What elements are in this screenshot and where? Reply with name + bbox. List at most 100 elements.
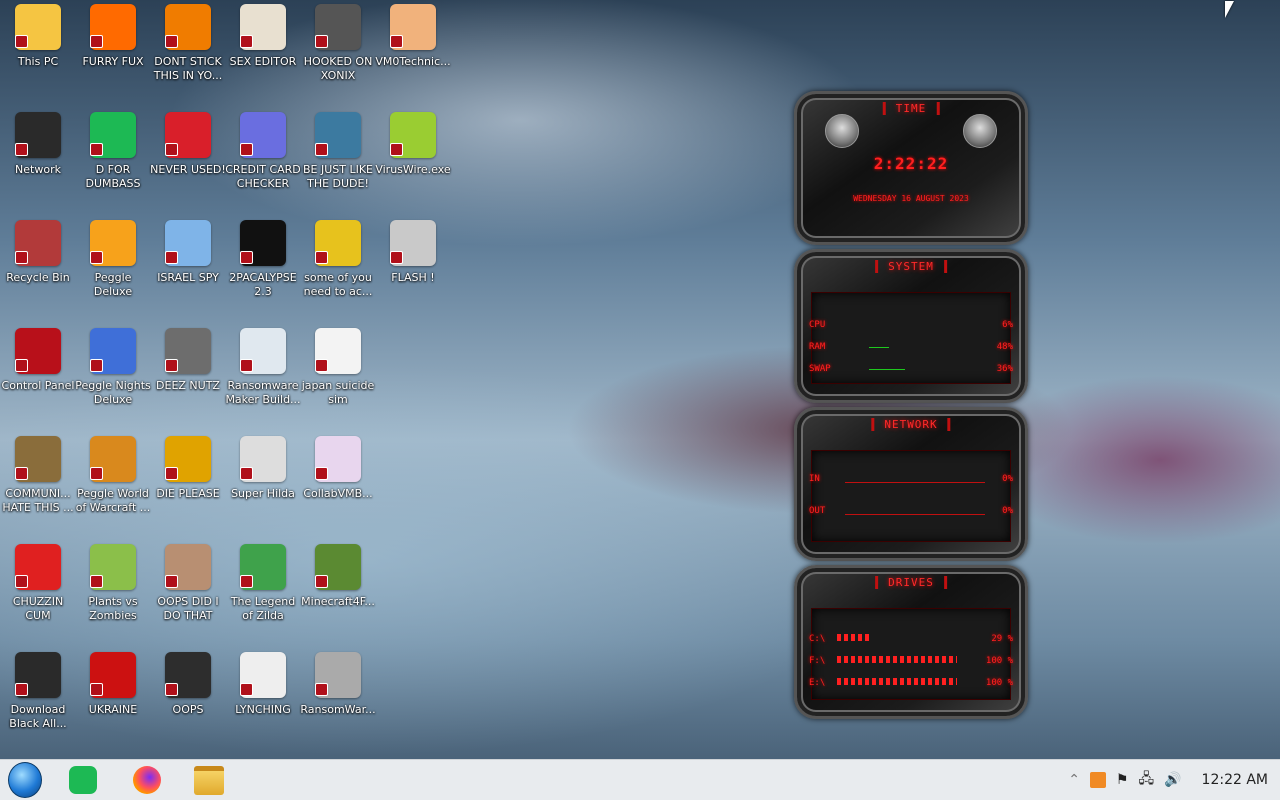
network-out-graph — [845, 514, 985, 515]
desktop-icon-super-hilda[interactable]: Super Hilda — [225, 436, 301, 501]
desktop-icon-never-used[interactable]: NEVER USED! — [150, 112, 226, 177]
desktop-icon-peggle-nights-deluxe[interactable]: Peggle Nights Deluxe — [75, 328, 151, 407]
desktop-icon-control-panel[interactable]: Control Panel — [0, 328, 76, 393]
peggle-world-of-warcraft-icon — [90, 436, 136, 482]
desktop-icon-die-please[interactable]: DIE PLEASE — [150, 436, 226, 501]
desktop-icon-label: OOPS — [172, 703, 204, 716]
system-panel-title: SYSTEM — [875, 260, 947, 273]
ransomwar-icon — [315, 652, 361, 698]
shortcut-badge-icon — [315, 359, 328, 372]
taskbar-notes-app[interactable] — [66, 764, 100, 796]
desktop-icon-israel-spy[interactable]: ISRAEL SPY — [150, 220, 226, 285]
start-button[interactable] — [8, 762, 42, 798]
shortcut-badge-icon — [315, 467, 328, 480]
shortcut-badge-icon — [90, 683, 103, 696]
desktop-icon-d-for-dumbass[interactable]: D FOR DUMBASS — [75, 112, 151, 191]
desktop-icon-be-just-like-the-dude[interactable]: BE JUST LIKE THE DUDE! — [300, 112, 376, 191]
drive-c-bar — [837, 634, 872, 641]
network-out-value: 0% — [1002, 506, 1013, 516]
desktop-icon-hooked-on-xonix[interactable]: HOOKED ON XONIX — [300, 4, 376, 83]
super-hilda-icon — [240, 436, 286, 482]
collabvmb-icon — [315, 436, 361, 482]
desktop-icon-dont-stick-this-in-yo[interactable]: DONT STICK THIS IN YO... — [150, 4, 226, 83]
swap-value: 36% — [996, 364, 1013, 374]
desktop-icon-ransomware-maker-build[interactable]: Ransomware Maker Build... — [225, 328, 301, 407]
desktop-icon-some-of-you-need-to-ac[interactable]: some of you need to ac... — [300, 220, 376, 299]
desktop-icon-viruswire-exe[interactable]: VirusWire.exe — [375, 112, 451, 177]
desktop-icon-lynching[interactable]: LYNCHING — [225, 652, 301, 717]
desktop-icon-oops[interactable]: OOPS — [150, 652, 226, 717]
flash-icon — [390, 220, 436, 266]
desktop-icon-japan-suicide-sim[interactable]: japan suicide sim — [300, 328, 376, 407]
desktop-icon-peggle-world-of-warcraft[interactable]: Peggle World of Warcraft ... — [75, 436, 151, 515]
desktop-icon-download-black-all[interactable]: Download Black All... — [0, 652, 76, 731]
desktop-icon-sex-editor[interactable]: SEX EDITOR — [225, 4, 301, 69]
desktop-icon-deez-nutz[interactable]: DEEZ NUTZ — [150, 328, 226, 393]
taskbar-clock[interactable]: 12:22 AM — [1202, 772, 1268, 788]
start-orb-icon — [8, 762, 42, 798]
be-just-like-the-dude-icon — [315, 112, 361, 158]
desktop-icon-label: FURRY FUX — [82, 55, 144, 68]
desktop-icon-2pacalypse-2-3[interactable]: 2PACALYPSE 2.3 — [225, 220, 301, 299]
lynching-icon — [240, 652, 286, 698]
desktop-icon-ukraine[interactable]: UKRAINE — [75, 652, 151, 717]
shortcut-badge-icon — [165, 251, 178, 264]
desktop-icon-label: CREDIT CARD CHECKER — [225, 163, 301, 190]
system-panel: SYSTEM CPU 6% RAM 48% SWAP 36% — [794, 249, 1028, 403]
desktop-icon-label: HOOKED ON XONIX — [303, 55, 373, 82]
desktop-icon-vm0technic[interactable]: VM0Technic... — [375, 4, 451, 69]
shortcut-badge-icon — [90, 359, 103, 372]
desktop-icon-furry-fux[interactable]: FURRY FUX — [75, 4, 151, 69]
shortcut-badge-icon — [15, 143, 28, 156]
desktop-icon-chuzzin-cum[interactable]: CHUZZIN CUM — [0, 544, 76, 623]
desktop-icon-label: Plants vs Zombies — [88, 595, 138, 622]
folder-icon — [194, 765, 224, 795]
desktop-icon-plants-vs-zombies[interactable]: Plants vs Zombies — [75, 544, 151, 623]
desktop-icon-this-pc[interactable]: This PC — [0, 4, 76, 69]
desktop-icon-credit-card-checker[interactable]: CREDIT CARD CHECKER — [225, 112, 301, 191]
shortcut-badge-icon — [240, 251, 253, 264]
taskbar-file-explorer[interactable] — [192, 764, 226, 796]
drive-f-bar — [837, 656, 957, 663]
drive-e-label: E:\ — [809, 678, 826, 688]
shortcut-badge-icon — [240, 683, 253, 696]
shortcut-badge-icon — [15, 359, 28, 372]
desktop-icon-minecraft4f[interactable]: Minecraft4F... — [300, 544, 376, 609]
desktop-icon-label: FLASH ! — [391, 271, 435, 284]
desktop-icon-label: BE JUST LIKE THE DUDE! — [302, 163, 374, 190]
desktop-icon-peggle-deluxe[interactable]: Peggle Deluxe — [75, 220, 151, 299]
taskbar-firefox[interactable] — [130, 764, 164, 796]
shortcut-badge-icon — [315, 575, 328, 588]
shortcut-badge-icon — [90, 251, 103, 264]
israel-spy-icon — [165, 220, 211, 266]
drive-e-row: E:\ 100 % — [809, 678, 1013, 692]
network-icon[interactable]: 🖧 — [1138, 768, 1154, 792]
cpu-value: 6% — [1002, 320, 1013, 330]
desktop: This PC FURRY FUX DONT STICK THIS IN YO...… — [0, 0, 1280, 760]
network-in-label: IN — [809, 474, 820, 484]
desktop-icon-label: This PC — [17, 55, 59, 68]
desktop-icon-network[interactable]: Network — [0, 112, 76, 177]
shortcut-badge-icon — [390, 251, 403, 264]
action-center-flag-icon[interactable]: ⚑ — [1116, 772, 1129, 788]
ransomware-maker-build-icon — [240, 328, 286, 374]
desktop-icon-label: Peggle Deluxe — [93, 271, 133, 298]
volume-icon[interactable]: 🔊 — [1164, 772, 1181, 788]
shortcut-badge-icon — [315, 251, 328, 264]
desktop-icon-label: Super Hilda — [231, 487, 295, 500]
desktop-icon-the-legend-of-zilda[interactable]: The Legend of Zilda — [225, 544, 301, 623]
java-update-icon[interactable] — [1089, 772, 1106, 788]
control-panel-icon — [15, 328, 61, 374]
desktop-icon-collabvmb[interactable]: CollabVMB... — [300, 436, 376, 501]
alien-head-icon-left — [825, 114, 859, 148]
chevron-up-icon[interactable]: ⌃ — [1068, 772, 1080, 788]
desktop-icon-label: Peggle World of Warcraft ... — [75, 487, 151, 514]
desktop-icon-flash[interactable]: FLASH ! — [375, 220, 451, 285]
drive-f-label: F:\ — [809, 656, 826, 666]
desktop-icon-ransomwar[interactable]: RansomWar... — [300, 652, 376, 717]
deez-nutz-icon — [165, 328, 211, 374]
desktop-icon-communi-hate-this[interactable]: COMMUNI... HATE THIS ... — [0, 436, 76, 515]
firefox-icon — [133, 766, 161, 794]
desktop-icon-oops-did-i-do-that[interactable]: OOPS DID I DO THAT — [150, 544, 226, 623]
desktop-icon-recycle-bin[interactable]: Recycle Bin — [0, 220, 76, 285]
